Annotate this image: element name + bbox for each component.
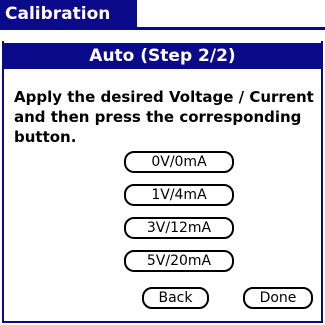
level-button-5v-20ma[interactable]: 5V/20mA (124, 250, 234, 272)
instruction-text: Apply the desired Voltage / Current and … (14, 88, 314, 146)
back-button[interactable]: Back (142, 287, 209, 309)
dialog-title: Auto (Step 2/2) (4, 43, 321, 69)
level-button-3v-12ma[interactable]: 3V/12mA (124, 217, 234, 239)
level-button-1v-4ma[interactable]: 1V/4mA (124, 184, 234, 206)
app-title: Calibration (0, 0, 137, 28)
auto-calibration-dialog: Auto (Step 2/2) Apply the desired Voltag… (2, 41, 323, 323)
done-button[interactable]: Done (243, 287, 313, 309)
title-underline (0, 27, 325, 30)
calibration-screen: Calibration Auto (Step 2/2) Apply the de… (0, 0, 325, 325)
level-button-0v-0ma[interactable]: 0V/0mA (124, 151, 234, 173)
